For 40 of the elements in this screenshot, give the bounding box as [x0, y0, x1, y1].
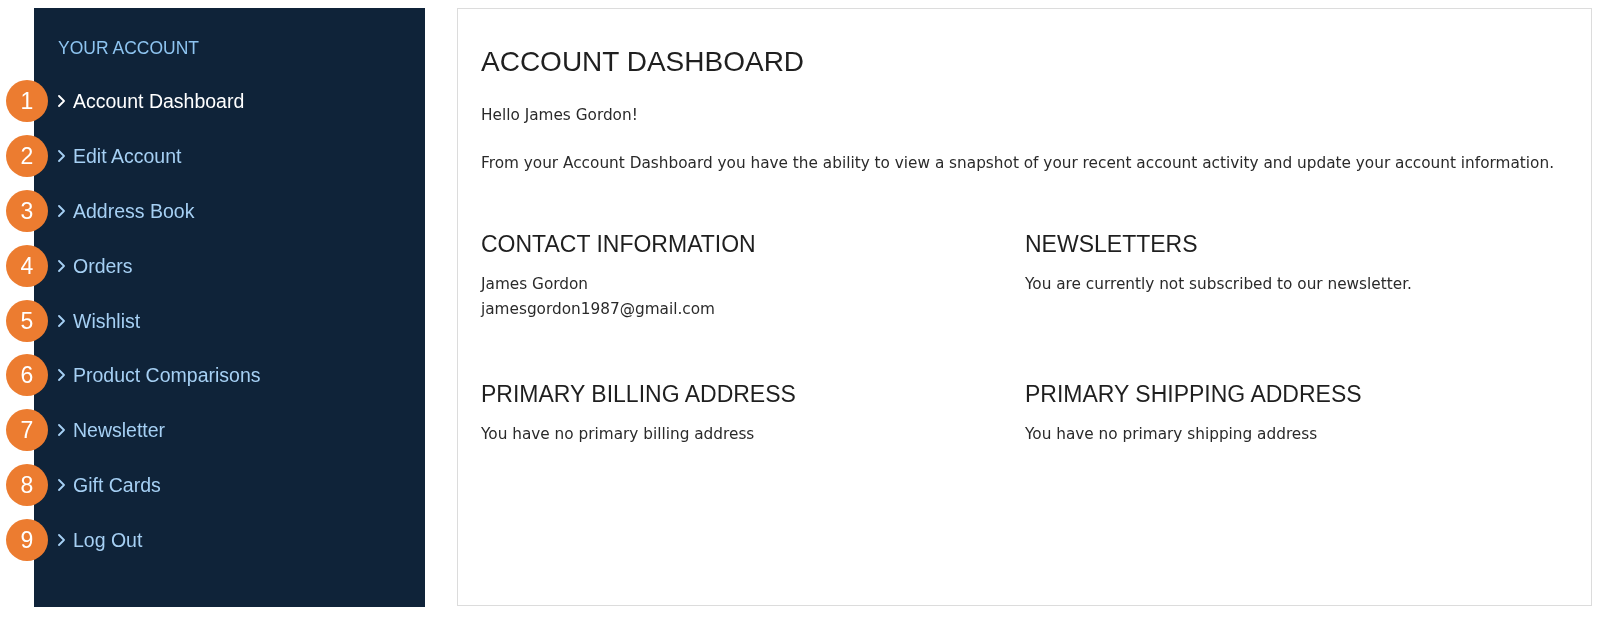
sidebar-link[interactable]: Wishlist: [58, 308, 141, 333]
sidebar-link[interactable]: Newsletter: [58, 418, 166, 443]
sidebar-link[interactable]: Account Dashboard: [58, 89, 245, 114]
section-text: James Gordon: [481, 274, 589, 295]
section-heading: CONTACT INFORMATION: [481, 230, 756, 258]
number-badge: 4: [6, 244, 48, 287]
number-badge: 2: [6, 135, 48, 178]
chevron-icon: [58, 150, 65, 163]
number-badge: 7: [6, 409, 48, 452]
intro-text: From your Account Dashboard you have the ability to view a snapshot of your recent account activity and update your account information.: [481, 153, 1554, 173]
chevron-icon: [58, 533, 65, 546]
section-text: jamesgordon1987@gmail.com: [481, 299, 715, 320]
number-badge: 5: [6, 299, 48, 342]
section-heading: PRIMARY SHIPPING ADDRESS: [1025, 380, 1362, 408]
sidebar-link[interactable]: Product Comparisons: [58, 363, 261, 388]
page-title: ACCOUNT DASHBOARD: [481, 45, 805, 79]
chevron-icon: [58, 369, 65, 382]
chevron-icon: [58, 478, 65, 491]
chevron-icon: [58, 205, 65, 217]
number-badge: 1: [6, 80, 48, 123]
sidebar-link[interactable]: Gift Cards: [58, 472, 161, 497]
sidebar-link[interactable]: Log Out: [58, 527, 143, 552]
number-badge: 9: [6, 518, 48, 561]
number-badge: 8: [6, 463, 48, 506]
chevron-icon: [58, 259, 65, 272]
section-text: You have no primary shipping address: [1025, 424, 1318, 445]
section-text: You are currently not subscribed to our newsletter.: [1025, 274, 1412, 295]
chevron-icon: [58, 95, 65, 108]
sidebar-link[interactable]: Edit Account: [58, 144, 182, 169]
section-heading: NEWSLETTERS: [1025, 230, 1198, 258]
chevron-icon: [58, 424, 65, 437]
number-badge: 3: [6, 190, 48, 232]
section-heading: PRIMARY BILLING ADDRESS: [481, 380, 796, 408]
sidebar-heading: YOUR ACCOUNT: [58, 37, 199, 59]
chevron-icon: [58, 314, 65, 327]
number-badge: 6: [6, 354, 48, 397]
sidebar-link[interactable]: Address Book: [58, 199, 195, 223]
greeting-text: Hello James Gordon!: [481, 105, 638, 125]
sidebar-link[interactable]: Orders: [58, 253, 133, 278]
section-text: You have no primary billing address: [481, 424, 755, 445]
